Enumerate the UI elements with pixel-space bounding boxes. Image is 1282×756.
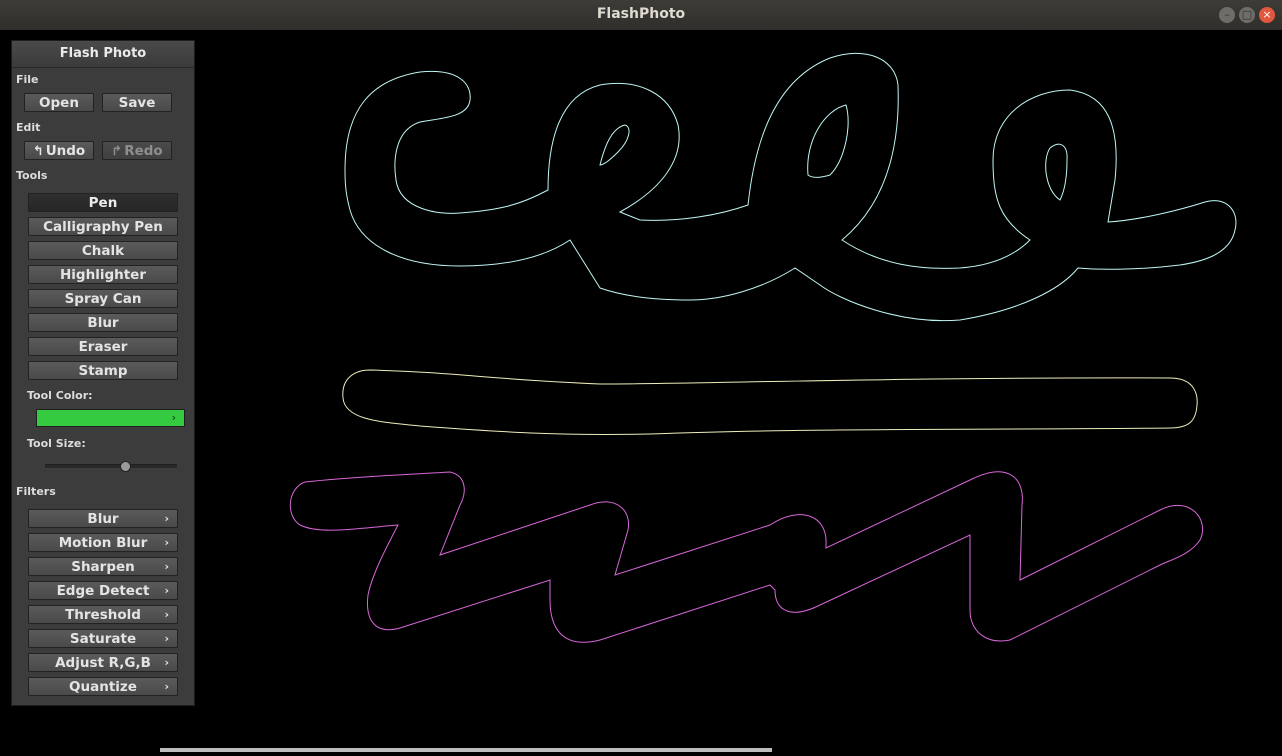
filter-sharpen-label: Sharpen xyxy=(71,559,135,575)
horizontal-scrollbar[interactable] xyxy=(160,748,772,752)
chevron-right-icon: › xyxy=(164,656,169,669)
tool-pen-button[interactable]: Pen xyxy=(28,193,178,212)
filter-adjust-rgb-button[interactable]: Adjust R,G,B › xyxy=(28,653,178,672)
title-bar: FlashPhoto – □ × xyxy=(0,0,1282,30)
filter-quantize-label: Quantize xyxy=(69,679,137,695)
save-button[interactable]: Save xyxy=(102,93,172,112)
chevron-right-icon: › xyxy=(164,608,169,621)
tool-size-label: Tool Size: xyxy=(27,437,86,450)
filter-sharpen-button[interactable]: Sharpen › xyxy=(28,557,178,576)
tool-stamp-button[interactable]: Stamp xyxy=(28,361,178,380)
chevron-right-icon: › xyxy=(164,560,169,573)
filter-blur-label: Blur xyxy=(87,511,119,527)
window-title: FlashPhoto xyxy=(596,6,686,22)
filters-section-label: Filters xyxy=(16,485,56,498)
tool-color-swatch[interactable]: › xyxy=(36,409,185,427)
filter-threshold-button[interactable]: Threshold › xyxy=(28,605,178,624)
tool-color-label: Tool Color: xyxy=(27,389,93,402)
redo-label: Redo xyxy=(124,143,163,159)
cursive-loop-3 xyxy=(1045,143,1068,201)
undo-label: Undo xyxy=(45,143,86,159)
chevron-right-icon: › xyxy=(164,632,169,645)
tool-chalk-button[interactable]: Chalk xyxy=(28,241,178,260)
filter-adjust-rgb-label: Adjust R,G,B xyxy=(55,655,151,671)
tool-size-slider[interactable] xyxy=(45,461,177,472)
filter-threshold-label: Threshold xyxy=(65,607,141,623)
redo-icon: ↱ xyxy=(111,144,123,159)
tool-spray-can-button[interactable]: Spray Can xyxy=(28,289,178,308)
filter-saturate-label: Saturate xyxy=(69,631,137,647)
filter-edge-detect-label: Edge Detect xyxy=(56,583,150,599)
filter-blur-button[interactable]: Blur › xyxy=(28,509,178,528)
maximize-button[interactable]: □ xyxy=(1239,7,1255,23)
filter-quantize-button[interactable]: Quantize › xyxy=(28,677,178,696)
panel-title: Flash Photo xyxy=(12,41,194,68)
tools-section-label: Tools xyxy=(16,169,48,182)
chevron-right-icon: › xyxy=(171,411,176,424)
chevron-right-icon: › xyxy=(164,536,169,549)
zigzag-stroke-outline xyxy=(290,471,1204,643)
filter-edge-detect-button[interactable]: Edge Detect › xyxy=(28,581,178,600)
redo-button[interactable]: ↱ Redo xyxy=(102,141,172,160)
minimize-button[interactable]: – xyxy=(1219,7,1235,23)
line-stroke-outline xyxy=(342,369,1198,436)
tool-eraser-button[interactable]: Eraser xyxy=(28,337,178,356)
open-button[interactable]: Open xyxy=(24,93,94,112)
tool-calligraphy-pen-button[interactable]: Calligraphy Pen xyxy=(28,217,178,236)
cursive-loop-1 xyxy=(599,124,630,166)
tool-blur-button[interactable]: Blur xyxy=(28,313,178,332)
chevron-right-icon: › xyxy=(164,680,169,693)
file-section-label: File xyxy=(16,73,39,86)
close-button[interactable]: × xyxy=(1259,7,1275,23)
filter-motion-blur-label: Motion Blur xyxy=(58,535,148,551)
undo-button[interactable]: ↰ Undo xyxy=(24,141,94,160)
tool-panel: Flash Photo File Open Save Edit ↰ Undo ↱ R… xyxy=(11,40,195,706)
undo-icon: ↰ xyxy=(32,144,44,159)
chevron-right-icon: › xyxy=(164,512,169,525)
tool-size-slider-handle[interactable] xyxy=(120,461,132,472)
filter-saturate-button[interactable]: Saturate › xyxy=(28,629,178,648)
cursive-stroke-outline xyxy=(344,52,1237,322)
edit-section-label: Edit xyxy=(16,121,41,134)
chevron-right-icon: › xyxy=(164,584,169,597)
cursive-loop-2 xyxy=(807,104,849,178)
tool-highlighter-button[interactable]: Highlighter xyxy=(28,265,178,284)
filter-motion-blur-button[interactable]: Motion Blur › xyxy=(28,533,178,552)
